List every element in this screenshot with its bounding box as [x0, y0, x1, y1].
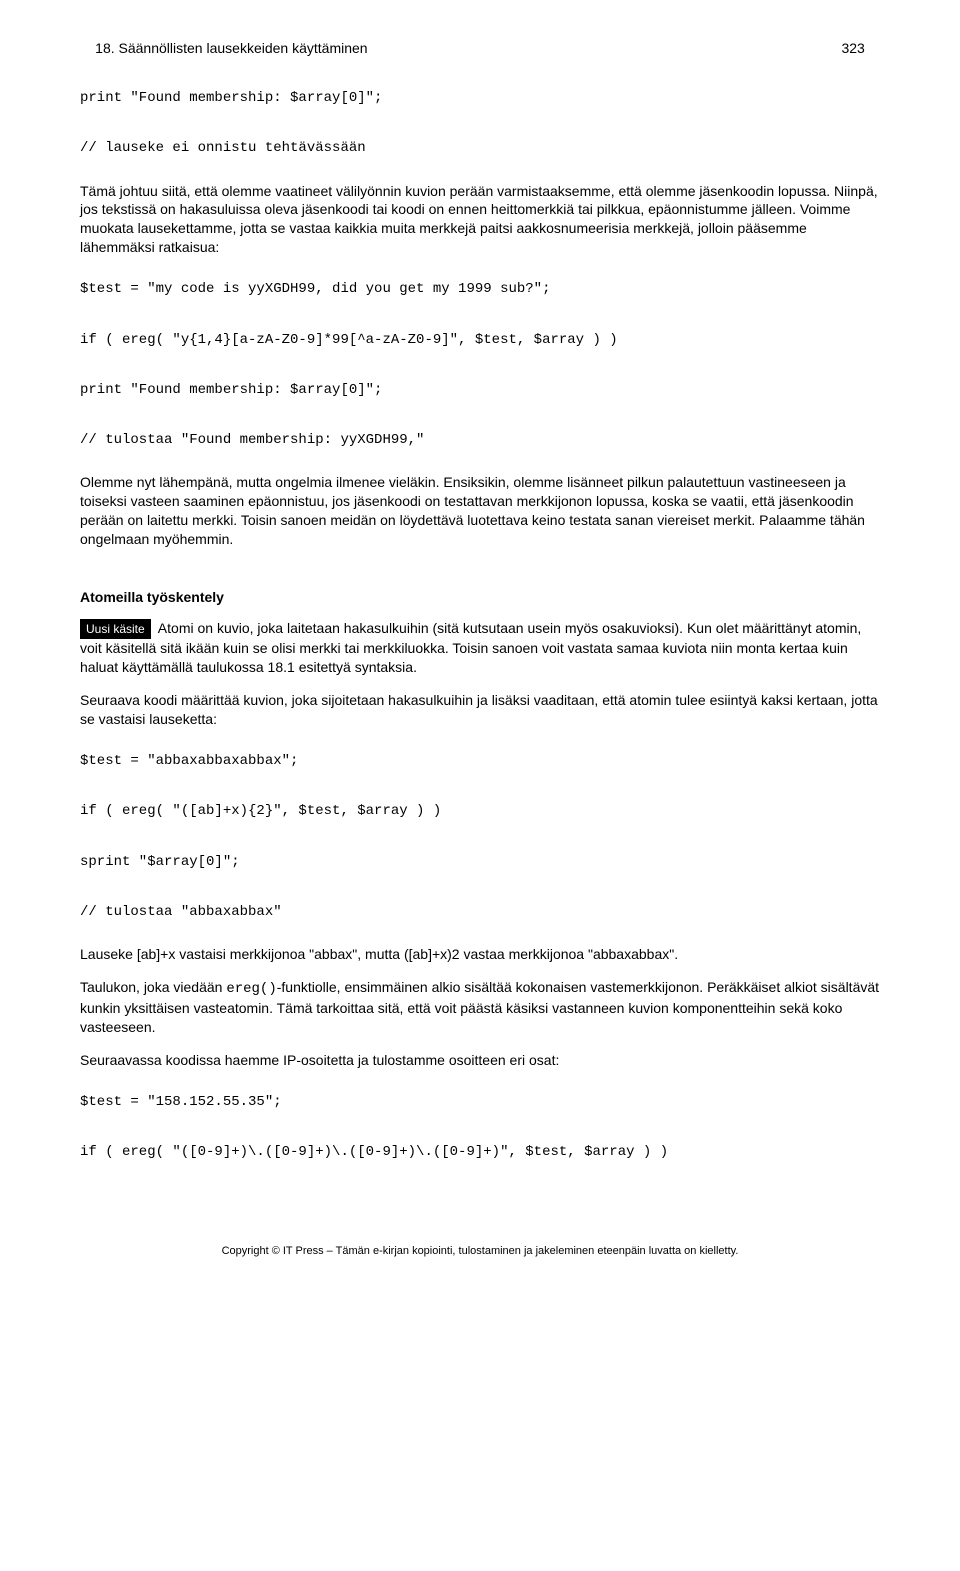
section-title-atoms: Atomeilla työskentely: [80, 589, 880, 605]
code-block-4: $test = "158.152.55.35"; if ( ereg( "([0…: [80, 1090, 880, 1166]
paragraph-2: Olemme nyt lähempänä, mutta ongelmia ilm…: [80, 473, 880, 549]
inline-code-ereg: ereg(): [226, 981, 276, 997]
copyright-footer: Copyright © IT Press – Tämän e-kirjan ko…: [80, 1245, 880, 1257]
document-page: 18. Säännöllisten lausekkeiden käyttämin…: [0, 0, 960, 1277]
code-block-1: print "Found membership: $array[0]"; // …: [80, 86, 880, 162]
paragraph-4: Seuraava koodi määrittää kuvion, joka si…: [80, 691, 880, 729]
paragraph-7: Seuraavassa koodissa haemme IP-osoitetta…: [80, 1051, 880, 1070]
page-number: 323: [841, 40, 864, 56]
paragraph-3: Uusi käsite Atomi on kuvio, joka laiteta…: [80, 619, 880, 677]
paragraph-5: Lauseke [ab]+x vastaisi merkkijonoa "abb…: [80, 945, 880, 964]
paragraph-6: Taulukon, joka viedään ereg()-funktiolle…: [80, 978, 880, 1037]
code-block-2: $test = "my code is yyXGDH99, did you ge…: [80, 277, 880, 453]
new-concept-badge: Uusi käsite: [80, 619, 151, 639]
code-block-3: $test = "abbaxabbaxabbax"; if ( ereg( "(…: [80, 749, 880, 925]
paragraph-3-text: Atomi on kuvio, joka laitetaan hakasulku…: [80, 620, 861, 675]
paragraph-6a: Taulukon, joka viedään: [80, 979, 226, 995]
paragraph-1: Tämä johtuu siitä, että olemme vaatineet…: [80, 182, 880, 258]
chapter-title: 18. Säännöllisten lausekkeiden käyttämin…: [95, 40, 367, 56]
page-header: 18. Säännöllisten lausekkeiden käyttämin…: [80, 40, 880, 56]
